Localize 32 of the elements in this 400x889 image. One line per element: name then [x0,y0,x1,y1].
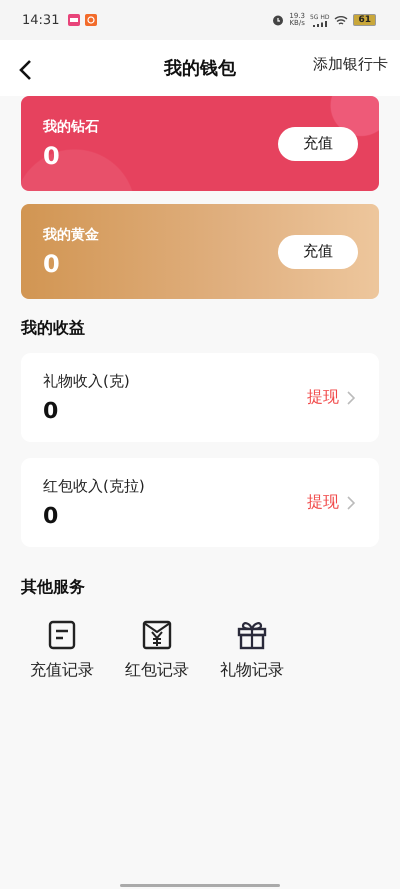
app-icon [68,14,80,26]
gift-icon[interactable] [237,620,267,650]
service-label[interactable]: 礼物记录 [220,660,284,681]
section-title: 其他服务 [21,577,86,598]
earnings-value: 0 [43,398,60,424]
battery-icon: 61 [353,14,376,26]
card-label: 我的黄金 [43,226,100,244]
service-label[interactable]: 红包记录 [125,660,189,681]
recharge-button[interactable]: 充值 [278,126,358,160]
envelope-icon[interactable] [142,620,172,650]
chevron-right-icon [347,496,355,510]
add-bank-card-link[interactable]: 添加银行卡 [313,54,388,74]
withdraw-link[interactable]: 提现 [307,387,339,408]
signal-icon [312,20,327,26]
wifi-icon [334,14,348,26]
earnings-label: 红包收入(克拉) [43,476,146,496]
earnings-value: 0 [43,504,60,528]
card-value: 0 [43,142,61,170]
page-title: 我的钱包 [164,57,236,80]
alarm-icon [272,14,284,26]
service-label[interactable]: 充值记录 [30,660,94,681]
section-title: 我的收益 [21,318,86,339]
back-icon[interactable] [18,59,32,81]
app-icon [85,14,98,26]
withdraw-link[interactable]: 提现 [307,492,339,513]
card-label: 我的钻石 [43,118,100,136]
status-time: 14:31 [22,12,60,28]
chevron-right-icon [347,390,355,404]
card-value: 0 [43,250,61,278]
earnings-label: 礼物收入(克) [43,372,131,390]
document-icon[interactable] [48,620,76,650]
recharge-button[interactable]: 充值 [278,234,358,268]
